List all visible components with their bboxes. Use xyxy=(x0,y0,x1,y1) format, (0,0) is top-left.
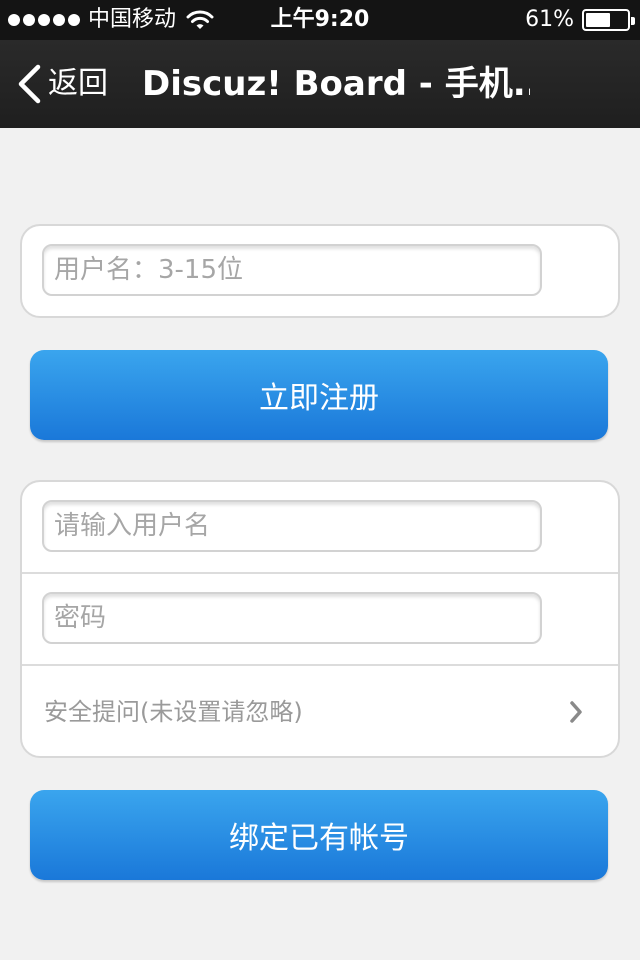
security-question-select[interactable]: 安全提问(未设置请忽略) xyxy=(22,666,618,756)
bind-password-row xyxy=(22,574,618,666)
back-label: 返回 xyxy=(48,66,108,101)
chevron-right-icon xyxy=(570,701,582,723)
bind-account-button[interactable]: 绑定已有帐号 xyxy=(30,790,608,880)
battery-icon xyxy=(582,9,635,31)
back-button[interactable]: 返回 xyxy=(16,60,108,108)
bind-username-input[interactable] xyxy=(42,500,542,552)
security-question-label: 安全提问(未设置请忽略) xyxy=(44,698,303,726)
bind-username-row xyxy=(22,482,618,574)
battery-fill xyxy=(586,13,611,27)
battery-percent: 61% xyxy=(525,7,574,32)
battery-cap xyxy=(631,17,635,25)
chevron-left-icon xyxy=(18,64,41,104)
main-content: 立即注册 安全提问(未设置请忽略) 绑定已有帐号 xyxy=(0,128,640,960)
navigation-bar: 返回 Discuz! Board - 手机... xyxy=(0,40,640,128)
status-right: 61% xyxy=(525,7,635,33)
register-username-row xyxy=(22,226,618,316)
page-title: Discuz! Board - 手机... xyxy=(142,64,530,104)
register-card xyxy=(20,224,620,318)
bind-account-card: 安全提问(未设置请忽略) xyxy=(20,480,620,758)
bind-password-input[interactable] xyxy=(42,592,542,644)
status-bar: 中国移动 上午9:20 61% xyxy=(0,0,640,40)
register-button[interactable]: 立即注册 xyxy=(30,350,608,440)
register-username-input[interactable] xyxy=(42,244,542,296)
